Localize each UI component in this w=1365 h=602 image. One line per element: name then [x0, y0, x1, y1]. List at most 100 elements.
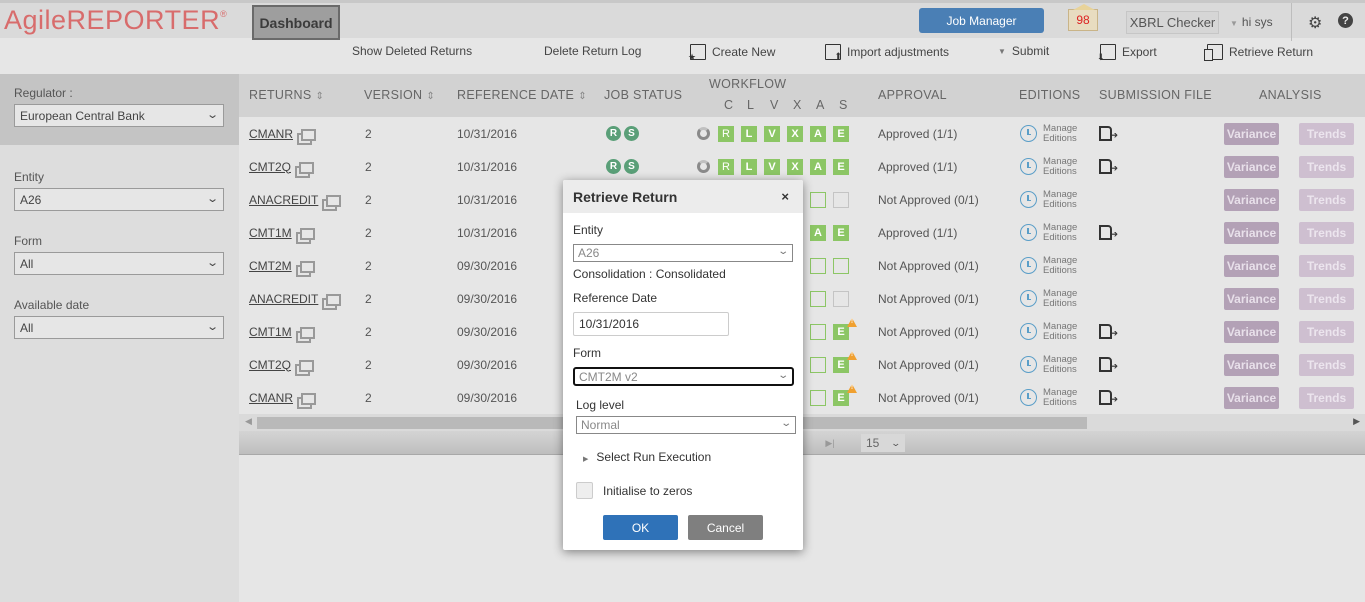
reference-date-input[interactable]: 10/31/2016 [573, 312, 729, 336]
job-manager-button[interactable]: Job Manager [919, 8, 1044, 33]
job-status-badge[interactable]: S [624, 159, 639, 174]
header-returns[interactable]: RETURNS ⇕ [249, 88, 324, 102]
workflow-step-badge[interactable]: E [833, 350, 857, 373]
show-deleted-returns-button[interactable]: Show Deleted Returns [352, 44, 472, 58]
manage-editions-link[interactable]: Manage Editions [1020, 282, 1077, 315]
workflow-step-badge[interactable]: A [810, 224, 826, 241]
select-run-execution-toggle[interactable]: ▶ Select Run Execution [583, 450, 711, 464]
available-date-select[interactable]: All ⌄ [14, 316, 224, 339]
scroll-right-icon[interactable]: ▶ [1353, 416, 1360, 427]
trends-button[interactable]: Trends [1299, 122, 1354, 145]
copy-icon[interactable] [326, 194, 342, 207]
submit-button[interactable]: ▼ Submit [998, 44, 1049, 58]
variance-button[interactable]: Variance [1224, 320, 1279, 343]
trends-button[interactable]: Trends [1299, 155, 1354, 178]
submission-file-icon[interactable] [1099, 357, 1118, 372]
workflow-step-empty[interactable] [810, 257, 826, 274]
close-icon[interactable]: × [781, 189, 789, 204]
job-status-badge[interactable]: S [624, 126, 639, 141]
submission-file-icon[interactable] [1099, 126, 1118, 141]
submission-file-icon[interactable] [1099, 324, 1118, 339]
workflow-step-empty[interactable] [810, 290, 826, 307]
workflow-step-badge[interactable]: L [741, 158, 757, 175]
form-select[interactable]: CMT2M v2 ⌄ [573, 367, 794, 386]
trends-button[interactable]: Trends [1299, 386, 1354, 409]
refresh-icon[interactable] [697, 127, 710, 140]
trends-button[interactable]: Trends [1299, 287, 1354, 310]
manage-editions-link[interactable]: Manage Editions [1020, 381, 1077, 414]
page-size-select[interactable]: 15 ⌄ [861, 434, 905, 452]
submission-file-icon[interactable] [1099, 225, 1118, 240]
scroll-left-icon[interactable]: ◀ [245, 416, 252, 427]
return-link[interactable]: CMANR [249, 391, 293, 405]
variance-button[interactable]: Variance [1224, 287, 1279, 310]
workflow-step-badge[interactable]: A [810, 125, 826, 142]
workflow-step-badge[interactable]: X [787, 125, 803, 142]
retrieve-return-button[interactable]: Retrieve Return [1204, 44, 1313, 61]
help-icon[interactable]: ? [1338, 13, 1353, 28]
workflow-step-empty[interactable] [833, 257, 849, 274]
return-link[interactable]: CMANR [249, 127, 293, 141]
manage-editions-link[interactable]: Manage Editions [1020, 150, 1077, 183]
workflow-step-empty[interactable] [810, 191, 826, 208]
trends-button[interactable]: Trends [1299, 188, 1354, 211]
return-link[interactable]: CMT2M [249, 259, 292, 273]
create-new-button[interactable]: Create New [688, 44, 775, 63]
gear-icon[interactable]: ⚙ [1308, 13, 1322, 33]
xbrl-checker-button[interactable]: XBRL Checker [1126, 11, 1219, 34]
copy-icon[interactable] [326, 293, 342, 306]
variance-button[interactable]: Variance [1224, 221, 1279, 244]
log-level-select[interactable]: Normal ⌄ [576, 416, 796, 434]
trends-button[interactable]: Trends [1299, 221, 1354, 244]
header-reference-date[interactable]: REFERENCE DATE ⇕ [457, 88, 587, 102]
return-link[interactable]: CMT2Q [249, 358, 291, 372]
variance-button[interactable]: Variance [1224, 155, 1279, 178]
manage-editions-link[interactable]: Manage Editions [1020, 348, 1077, 381]
last-page-icon[interactable]: ▶| [819, 435, 841, 451]
entity-select[interactable]: A26 ⌄ [573, 244, 793, 262]
trends-button[interactable]: Trends [1299, 353, 1354, 376]
header-version[interactable]: VERSION ⇕ [364, 88, 435, 102]
user-menu[interactable]: ▼ hi sys [1230, 15, 1273, 29]
return-link[interactable]: ANACREDIT [249, 292, 318, 306]
refresh-icon[interactable] [697, 160, 710, 173]
submission-file-icon[interactable] [1099, 159, 1118, 174]
variance-button[interactable]: Variance [1224, 353, 1279, 376]
variance-button[interactable]: Variance [1224, 188, 1279, 211]
cancel-button[interactable]: Cancel [688, 515, 763, 540]
entity-select[interactable]: A26 ⌄ [14, 188, 224, 211]
copy-icon[interactable] [299, 227, 315, 240]
workflow-step-badge[interactable]: A [810, 158, 826, 175]
workflow-step-badge[interactable]: R [718, 158, 734, 175]
copy-icon[interactable] [299, 260, 315, 273]
copy-icon[interactable] [301, 392, 316, 405]
variance-button[interactable]: Variance [1224, 386, 1279, 409]
variance-button[interactable]: Variance [1224, 254, 1279, 277]
mail-icon[interactable]: 98 [1068, 4, 1098, 31]
copy-icon[interactable] [299, 161, 314, 174]
regulator-select[interactable]: European Central Bank ⌄ [14, 104, 224, 127]
job-status-badge[interactable]: R [606, 126, 621, 141]
job-status-badge[interactable]: R [606, 159, 621, 174]
workflow-step-badge[interactable]: E [833, 224, 849, 241]
workflow-step-badge[interactable]: E [833, 125, 849, 142]
import-adjustments-button[interactable]: Import adjustments [825, 44, 949, 62]
copy-icon[interactable] [299, 359, 314, 372]
manage-editions-link[interactable]: Manage Editions [1020, 117, 1077, 150]
trends-button[interactable]: Trends [1299, 320, 1354, 343]
return-link[interactable]: CMT1M [249, 226, 292, 240]
submission-file-icon[interactable] [1099, 390, 1118, 405]
workflow-step-empty[interactable] [810, 389, 826, 406]
workflow-step-badge[interactable]: V [764, 125, 780, 142]
workflow-step-badge[interactable]: L [741, 125, 757, 142]
return-link[interactable]: CMT2Q [249, 160, 291, 174]
trends-button[interactable]: Trends [1299, 254, 1354, 277]
workflow-step-badge[interactable]: X [787, 158, 803, 175]
workflow-step-empty[interactable] [810, 356, 826, 373]
copy-icon[interactable] [301, 128, 316, 141]
return-link[interactable]: ANACREDIT [249, 193, 318, 207]
dashboard-button[interactable]: Dashboard [252, 5, 340, 40]
return-link[interactable]: CMT1M [249, 325, 292, 339]
copy-icon[interactable] [299, 326, 315, 339]
initialise-zeros-checkbox[interactable] [576, 482, 593, 499]
